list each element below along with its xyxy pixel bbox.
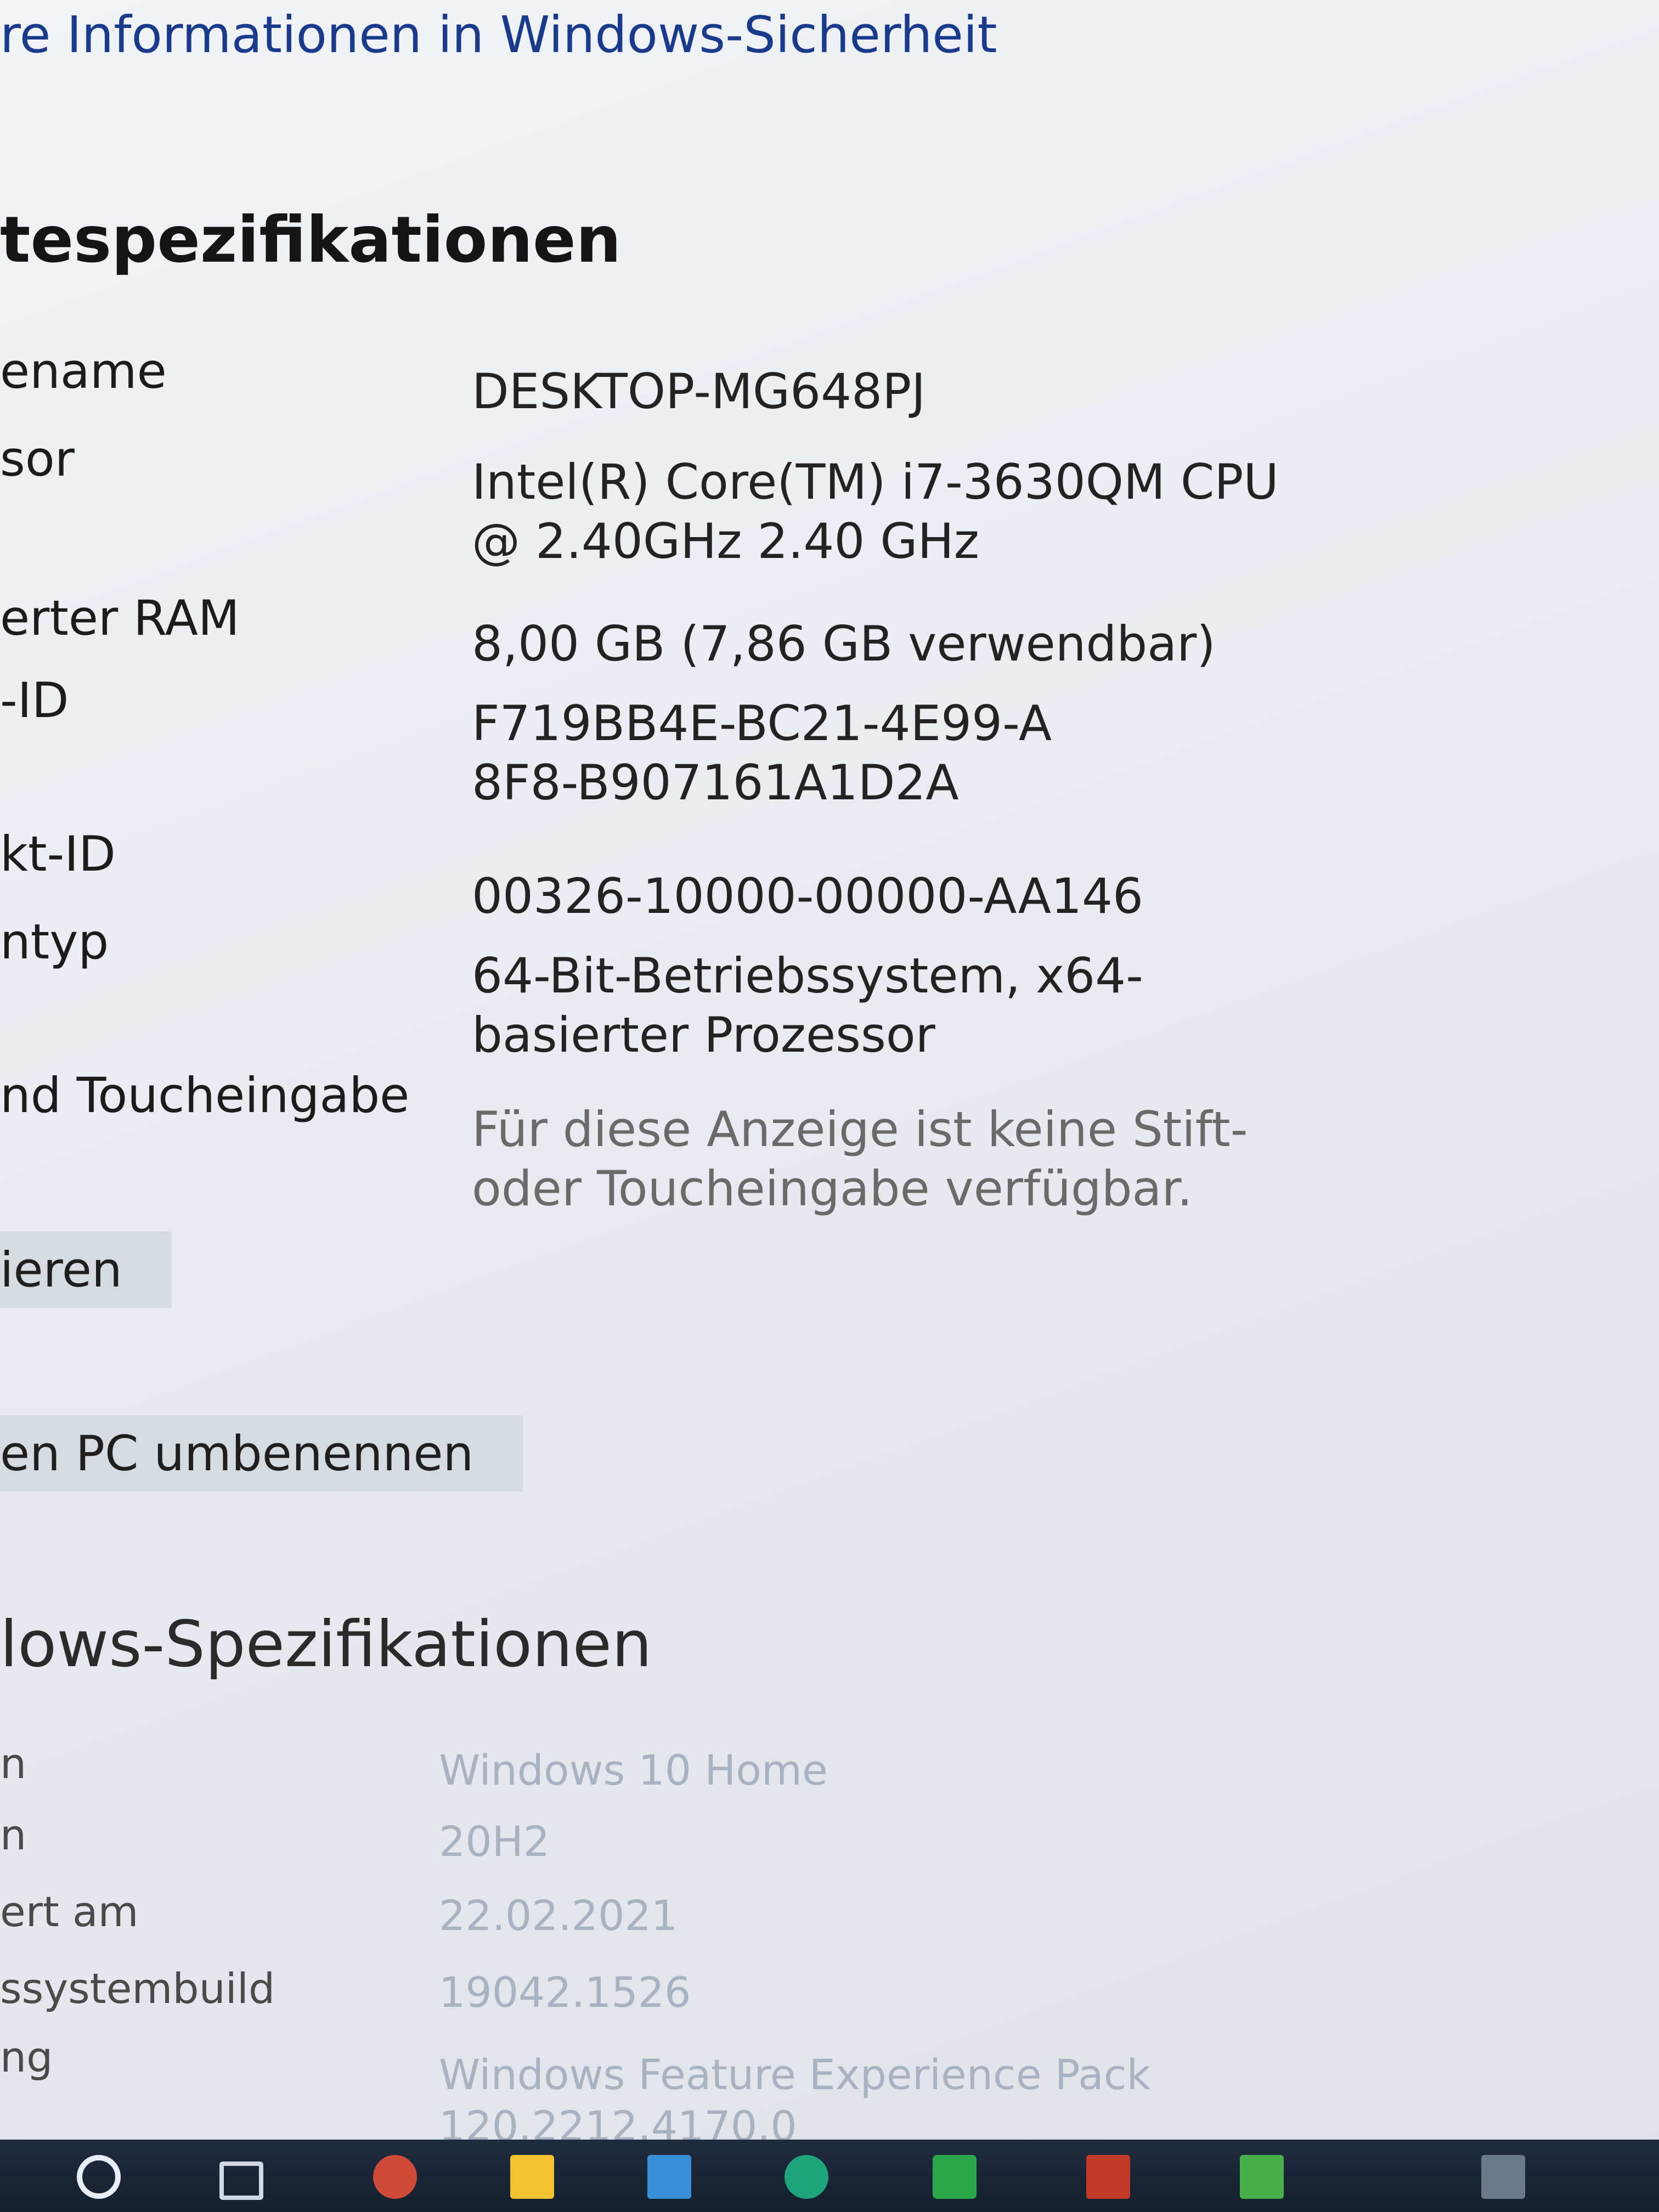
- app-icon[interactable]: [1086, 2155, 1130, 2199]
- app-icon[interactable]: [785, 2155, 828, 2199]
- value-os-build: 19042.1526: [439, 1968, 691, 2017]
- browser-icon[interactable]: [373, 2155, 417, 2199]
- value-system-type: 64-Bit-Betriebssystem, x64-basierter Pro…: [472, 947, 1143, 1063]
- label-os-build: ssystembuild: [0, 1964, 275, 2013]
- label-device-id: -ID: [0, 672, 69, 729]
- file-explorer-icon[interactable]: [510, 2155, 554, 2199]
- search-icon[interactable]: [77, 2155, 121, 2199]
- value-device-id: F719BB4E-BC21-4E99-A8F8-B907161A1D2A: [472, 695, 1052, 811]
- value-installed-on: 22.02.2021: [439, 1891, 678, 1940]
- value-pen-touch: Für diese Anzeige ist keine Stift- oder …: [472, 1101, 1248, 1217]
- value-product-id: 00326-10000-00000-AA146: [472, 868, 1143, 924]
- value-experience: Windows Feature Experience Pack 120.2212…: [439, 2050, 1151, 2151]
- value-version: 20H2: [439, 1817, 550, 1866]
- windows-specs-heading: lows-Spezifikationen: [0, 1607, 652, 1681]
- task-view-icon[interactable]: [219, 2162, 263, 2200]
- label-edition: n: [0, 1739, 27, 1788]
- value-processor: Intel(R) Core(TM) i7-3630QM CPU @ 2.40GH…: [472, 454, 1279, 569]
- value-edition: Windows 10 Home: [439, 1746, 828, 1795]
- settings-window: re Informationen in Windows-Sicherheit t…: [0, 0, 1659, 2212]
- copy-button[interactable]: ieren: [0, 1232, 172, 1308]
- app-icon[interactable]: [1240, 2155, 1284, 2199]
- label-version: n: [0, 1810, 27, 1859]
- label-system-type: ntyp: [0, 913, 109, 970]
- store-icon[interactable]: [647, 2155, 691, 2199]
- spreadsheet-icon[interactable]: [933, 2155, 977, 2199]
- app-icon[interactable]: [1481, 2155, 1525, 2199]
- device-specs-heading: tespezifikationen: [0, 203, 622, 277]
- windows-security-link[interactable]: re Informationen in Windows-Sicherheit: [0, 5, 997, 64]
- label-installed-on: ert am: [0, 1887, 139, 1936]
- taskbar: [0, 2140, 1659, 2212]
- label-pen-touch: nd Toucheingabe: [0, 1067, 410, 1124]
- label-product-id: kt-ID: [0, 826, 116, 882]
- label-device-name: ename: [0, 343, 167, 399]
- value-device-name: DESKTOP-MG648PJ: [472, 363, 926, 420]
- label-processor: sor: [0, 431, 75, 487]
- value-ram: 8,00 GB (7,86 GB verwendbar): [472, 616, 1216, 672]
- label-ram: erter RAM: [0, 590, 240, 646]
- rename-pc-button[interactable]: en PC umbenennen: [0, 1415, 523, 1492]
- label-experience: ng: [0, 2033, 53, 2081]
